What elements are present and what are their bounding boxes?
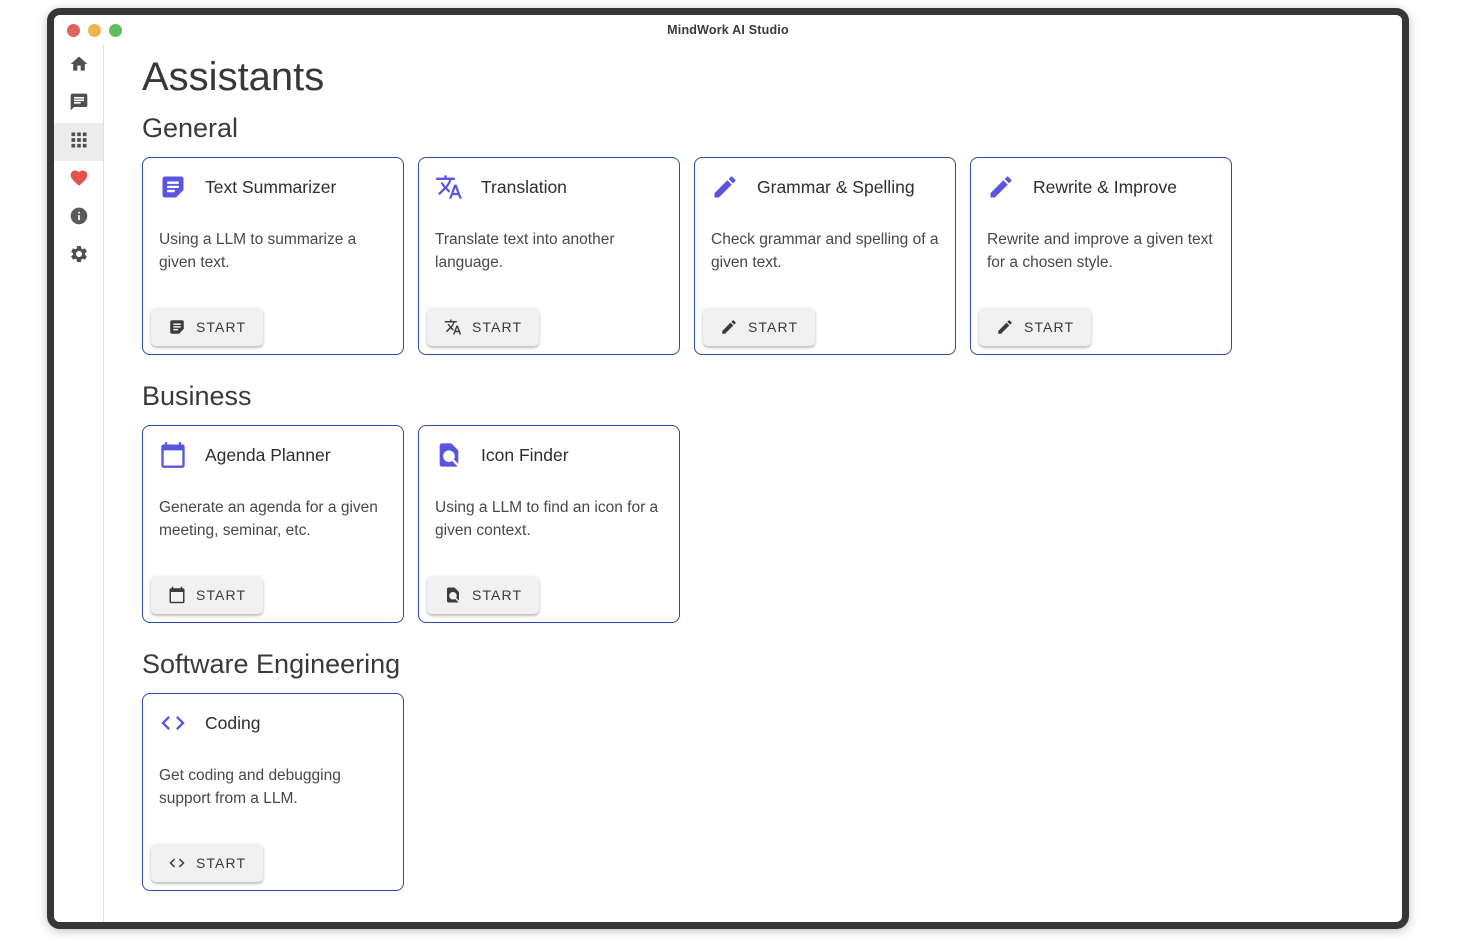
card-header: Agenda Planner xyxy=(143,426,403,469)
info-icon xyxy=(69,206,89,231)
section-heading-software-engineering: Software Engineering xyxy=(142,649,1382,680)
titlebar: MindWork AI Studio xyxy=(54,15,1402,45)
start-button-label: START xyxy=(196,319,246,335)
app-window: MindWork AI Studio Assistants General Te… xyxy=(47,8,1409,929)
card-actions: START xyxy=(971,300,1231,354)
start-button[interactable]: START xyxy=(979,308,1091,346)
start-button-label: START xyxy=(1024,319,1074,335)
card-title: Rewrite & Improve xyxy=(1033,177,1177,198)
app-body: Assistants General Text Summarizer Using… xyxy=(54,45,1402,922)
card-header: Icon Finder xyxy=(419,426,679,469)
card-description: Translate text into another language. xyxy=(419,228,679,274)
assistant-card-agenda-planner: Agenda Planner Generate an agenda for a … xyxy=(142,425,404,623)
document-text-icon xyxy=(159,173,187,201)
sidebar-item-chat[interactable] xyxy=(54,85,103,123)
start-button-label: START xyxy=(196,855,246,871)
start-button-label: START xyxy=(472,587,522,603)
assistant-card-icon-finder: Icon Finder Using a LLM to find an icon … xyxy=(418,425,680,623)
find-in-page-icon xyxy=(444,586,462,604)
card-actions: START xyxy=(143,836,403,890)
card-title: Grammar & Spelling xyxy=(757,177,915,198)
page-title: Assistants xyxy=(142,54,1382,100)
card-actions: START xyxy=(419,300,679,354)
assistant-card-grammar-spelling: Grammar & Spelling Check grammar and spe… xyxy=(694,157,956,355)
chat-icon xyxy=(69,92,89,117)
pencil-icon xyxy=(987,173,1015,201)
section-heading-general: General xyxy=(142,113,1382,144)
translate-icon xyxy=(435,173,463,201)
card-description: Get coding and debugging support from a … xyxy=(143,764,403,810)
card-description: Using a LLM to summarize a given text. xyxy=(143,228,403,274)
calendar-icon xyxy=(168,586,186,604)
start-button[interactable]: START xyxy=(151,308,263,346)
card-header: Coding xyxy=(143,694,403,737)
start-button[interactable]: START xyxy=(427,308,539,346)
cards-row-general: Text Summarizer Using a LLM to summarize… xyxy=(142,157,1382,355)
sidebar-item-assistants[interactable] xyxy=(54,123,103,161)
card-title: Coding xyxy=(205,713,260,734)
main-content: Assistants General Text Summarizer Using… xyxy=(104,45,1402,922)
assistant-card-rewrite-improve: Rewrite & Improve Rewrite and improve a … xyxy=(970,157,1232,355)
sidebar-item-about[interactable] xyxy=(54,199,103,237)
card-title: Agenda Planner xyxy=(205,445,331,466)
minimize-button[interactable] xyxy=(88,24,101,37)
start-button[interactable]: START xyxy=(151,844,263,882)
find-in-page-icon xyxy=(435,441,463,469)
card-actions: START xyxy=(695,300,955,354)
card-description: Generate an agenda for a given meeting, … xyxy=(143,496,403,542)
close-button[interactable] xyxy=(67,24,80,37)
translate-icon xyxy=(444,318,462,336)
zoom-button[interactable] xyxy=(109,24,122,37)
pencil-icon xyxy=(711,173,739,201)
start-button-label: START xyxy=(196,587,246,603)
sidebar-item-settings[interactable] xyxy=(54,237,103,275)
cards-row-software-engineering: Coding Get coding and debugging support … xyxy=(142,693,1382,891)
home-icon xyxy=(69,54,89,79)
assistant-card-text-summarizer: Text Summarizer Using a LLM to summarize… xyxy=(142,157,404,355)
card-description: Using a LLM to find an icon for a given … xyxy=(419,496,679,542)
section-heading-business: Business xyxy=(142,381,1382,412)
sidebar-item-favorites[interactable] xyxy=(54,161,103,199)
start-button[interactable]: START xyxy=(151,576,263,614)
start-button[interactable]: START xyxy=(703,308,815,346)
heart-icon xyxy=(69,168,89,193)
card-actions: START xyxy=(419,568,679,622)
pencil-icon xyxy=(720,318,738,336)
traffic-lights xyxy=(67,15,122,45)
settings-gear-icon xyxy=(69,244,89,269)
sidebar-item-home[interactable] xyxy=(54,47,103,85)
assistant-card-translation: Translation Translate text into another … xyxy=(418,157,680,355)
code-icon xyxy=(159,709,187,737)
start-button-label: START xyxy=(748,319,798,335)
card-description: Check grammar and spelling of a given te… xyxy=(695,228,955,274)
apps-grid-icon xyxy=(69,130,89,155)
assistant-card-coding: Coding Get coding and debugging support … xyxy=(142,693,404,891)
card-header: Translation xyxy=(419,158,679,201)
start-button[interactable]: START xyxy=(427,576,539,614)
card-description: Rewrite and improve a given text for a c… xyxy=(971,228,1231,274)
card-title: Icon Finder xyxy=(481,445,569,466)
card-title: Translation xyxy=(481,177,567,198)
calendar-icon xyxy=(159,441,187,469)
card-header: Rewrite & Improve xyxy=(971,158,1231,201)
card-header: Text Summarizer xyxy=(143,158,403,201)
card-header: Grammar & Spelling xyxy=(695,158,955,201)
card-title: Text Summarizer xyxy=(205,177,336,198)
document-text-icon xyxy=(168,318,186,336)
pencil-icon xyxy=(996,318,1014,336)
cards-row-business: Agenda Planner Generate an agenda for a … xyxy=(142,425,1382,623)
sidebar xyxy=(54,45,104,922)
start-button-label: START xyxy=(472,319,522,335)
card-actions: START xyxy=(143,300,403,354)
code-icon xyxy=(168,854,186,872)
window-title: MindWork AI Studio xyxy=(667,23,789,37)
card-actions: START xyxy=(143,568,403,622)
